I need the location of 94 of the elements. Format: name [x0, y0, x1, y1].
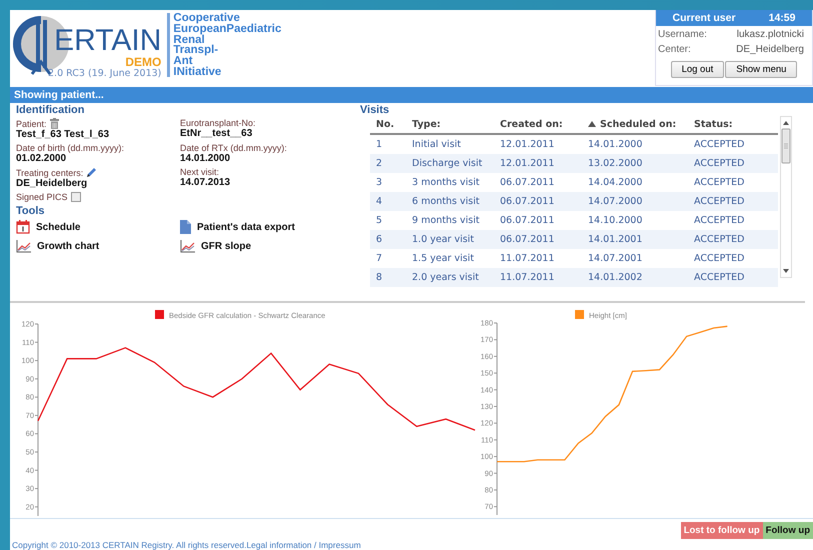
table-cell: Initial visit	[409, 134, 497, 154]
field-label: Date of birth (dd.mm.yyyy):	[16, 143, 124, 153]
field-value: 01.02.2000	[16, 153, 68, 164]
table-cell: 12.01.2011	[497, 154, 585, 173]
field-value: 14.07.2013	[180, 177, 232, 188]
column-header[interactable]: Status:	[691, 116, 778, 134]
table-cell: 1.5 year visit	[409, 249, 497, 268]
calendar-icon[interactable]	[16, 220, 30, 234]
panel-button[interactable]: Show menu	[725, 61, 798, 78]
table-cell: 4	[370, 192, 409, 211]
document-icon[interactable]	[180, 220, 191, 234]
column-header[interactable]: Scheduled on:	[585, 116, 691, 134]
field-label: Signed PICS	[16, 192, 68, 202]
panel-button[interactable]: Log out	[670, 61, 724, 78]
tool-link[interactable]: GFR slope	[201, 241, 252, 252]
clock-time: 14:59	[768, 12, 796, 24]
table-cell: 06.07.2011	[497, 173, 585, 192]
table-cell: 11.07.2011	[497, 249, 585, 268]
table-cell: ACCEPTED	[691, 173, 778, 192]
field-value: DE_Heidelberg	[736, 44, 804, 55]
table-cell: ACCEPTED	[691, 230, 778, 249]
table-cell: 3 months visit	[409, 173, 497, 192]
table-cell: 2.0 years visit	[409, 268, 497, 287]
follow-up-button[interactable]: Follow up	[762, 522, 813, 539]
signed-pics-checkbox[interactable]	[70, 192, 81, 202]
field-label: Eurotransplant-No:	[180, 118, 256, 128]
table-cell: 14.07.2000	[585, 192, 691, 211]
table-cell: 11.07.2011	[497, 268, 585, 287]
column-header[interactable]: Created on:	[497, 116, 585, 134]
table-cell: Discharge visit	[409, 154, 497, 173]
table-cell: ACCEPTED	[691, 134, 778, 154]
column-header[interactable]: No.	[370, 116, 409, 134]
table-cell: 7	[370, 249, 409, 268]
table-cell: 6 months visit	[409, 192, 497, 211]
table-cell: 06.07.2011	[497, 192, 585, 211]
acronym-line: INitiative	[173, 66, 222, 78]
field-label: Patient:	[16, 118, 47, 128]
table-cell: 9 months visit	[409, 211, 497, 230]
table-cell: ACCEPTED	[691, 154, 778, 173]
section-heading: Tools	[16, 205, 46, 217]
field-label: Date of RTx (dd.mm.yyyy):	[180, 143, 287, 153]
table-cell: 14.10.2000	[585, 211, 691, 230]
field-value: lukasz.plotnicki	[736, 29, 804, 40]
line-chart-icon[interactable]	[16, 240, 31, 253]
table-cell: ACCEPTED	[691, 192, 778, 211]
acronym-line: Renal	[173, 34, 205, 46]
table-cell: 8	[370, 268, 409, 287]
line-chart-icon[interactable]	[180, 240, 195, 253]
table-cell: ACCEPTED	[691, 211, 778, 230]
field-value: DE_Heidelberg	[16, 178, 88, 189]
section-heading: Visits	[360, 104, 390, 116]
table-cell: 14.01.2000	[585, 134, 691, 154]
demo-label: DEMO	[125, 56, 162, 68]
section-heading: Identification	[16, 104, 86, 116]
table-cell: 14.01.2002	[585, 268, 691, 287]
legal-link[interactable]: Legal information / Impressum	[246, 540, 361, 550]
table-cell: 06.07.2011	[497, 211, 585, 230]
table-cell: 1.0 year visit	[409, 230, 497, 249]
table-cell: 14.07.2001	[585, 249, 691, 268]
table-cell: 2	[370, 154, 409, 173]
trash-icon[interactable]	[50, 118, 59, 129]
tool-link[interactable]: Patient's data export	[197, 222, 295, 232]
table-cell: ACCEPTED	[691, 268, 778, 287]
field-label: Center:	[658, 44, 691, 55]
table-cell: ACCEPTED	[691, 249, 778, 268]
table-cell: 12.01.2011	[497, 134, 585, 154]
acronym-line: Ant	[173, 56, 193, 67]
acronym-line: Cooperative	[173, 13, 240, 24]
field-label: Username:	[658, 29, 707, 40]
pencil-icon[interactable]	[86, 167, 98, 178]
section-title-bar: Showing patient...	[10, 87, 813, 103]
tool-link[interactable]: Schedule	[36, 222, 80, 232]
table-cell: 14.04.2000	[585, 173, 691, 192]
table-cell: 06.07.2011	[497, 230, 585, 249]
table-cell: 5	[370, 211, 409, 230]
table-cell: 3	[370, 173, 409, 192]
table-cell: 14.01.2001	[585, 230, 691, 249]
panel-title: Current user	[672, 12, 736, 24]
field-label: Treating centers:	[16, 168, 84, 178]
logo-wordmark: ERTAIN	[54, 26, 162, 56]
scrollbar[interactable]	[780, 116, 792, 278]
table-cell: 13.02.2000	[585, 154, 691, 173]
field-label: Next visit:	[180, 167, 220, 177]
table-cell: 6	[370, 230, 409, 249]
field-value: Test_f_63 Test_l_63	[16, 129, 110, 140]
acronym-line: Transpl-	[173, 45, 220, 56]
table-cell: 1	[370, 134, 409, 154]
field-value: 14.01.2000	[180, 153, 232, 164]
tool-link[interactable]: Growth chart	[37, 241, 100, 252]
field-value: EtNr__test__63	[180, 128, 254, 139]
copyright-text: Copyright © 2010-2013 CERTAIN Registry. All rights reserved.	[12, 540, 246, 550]
version-label: 2.0 RC3 (19. June 2013)	[48, 68, 162, 79]
acronym-line: EuropeanPaediatric	[173, 24, 282, 35]
column-header[interactable]: Type:	[409, 116, 497, 134]
